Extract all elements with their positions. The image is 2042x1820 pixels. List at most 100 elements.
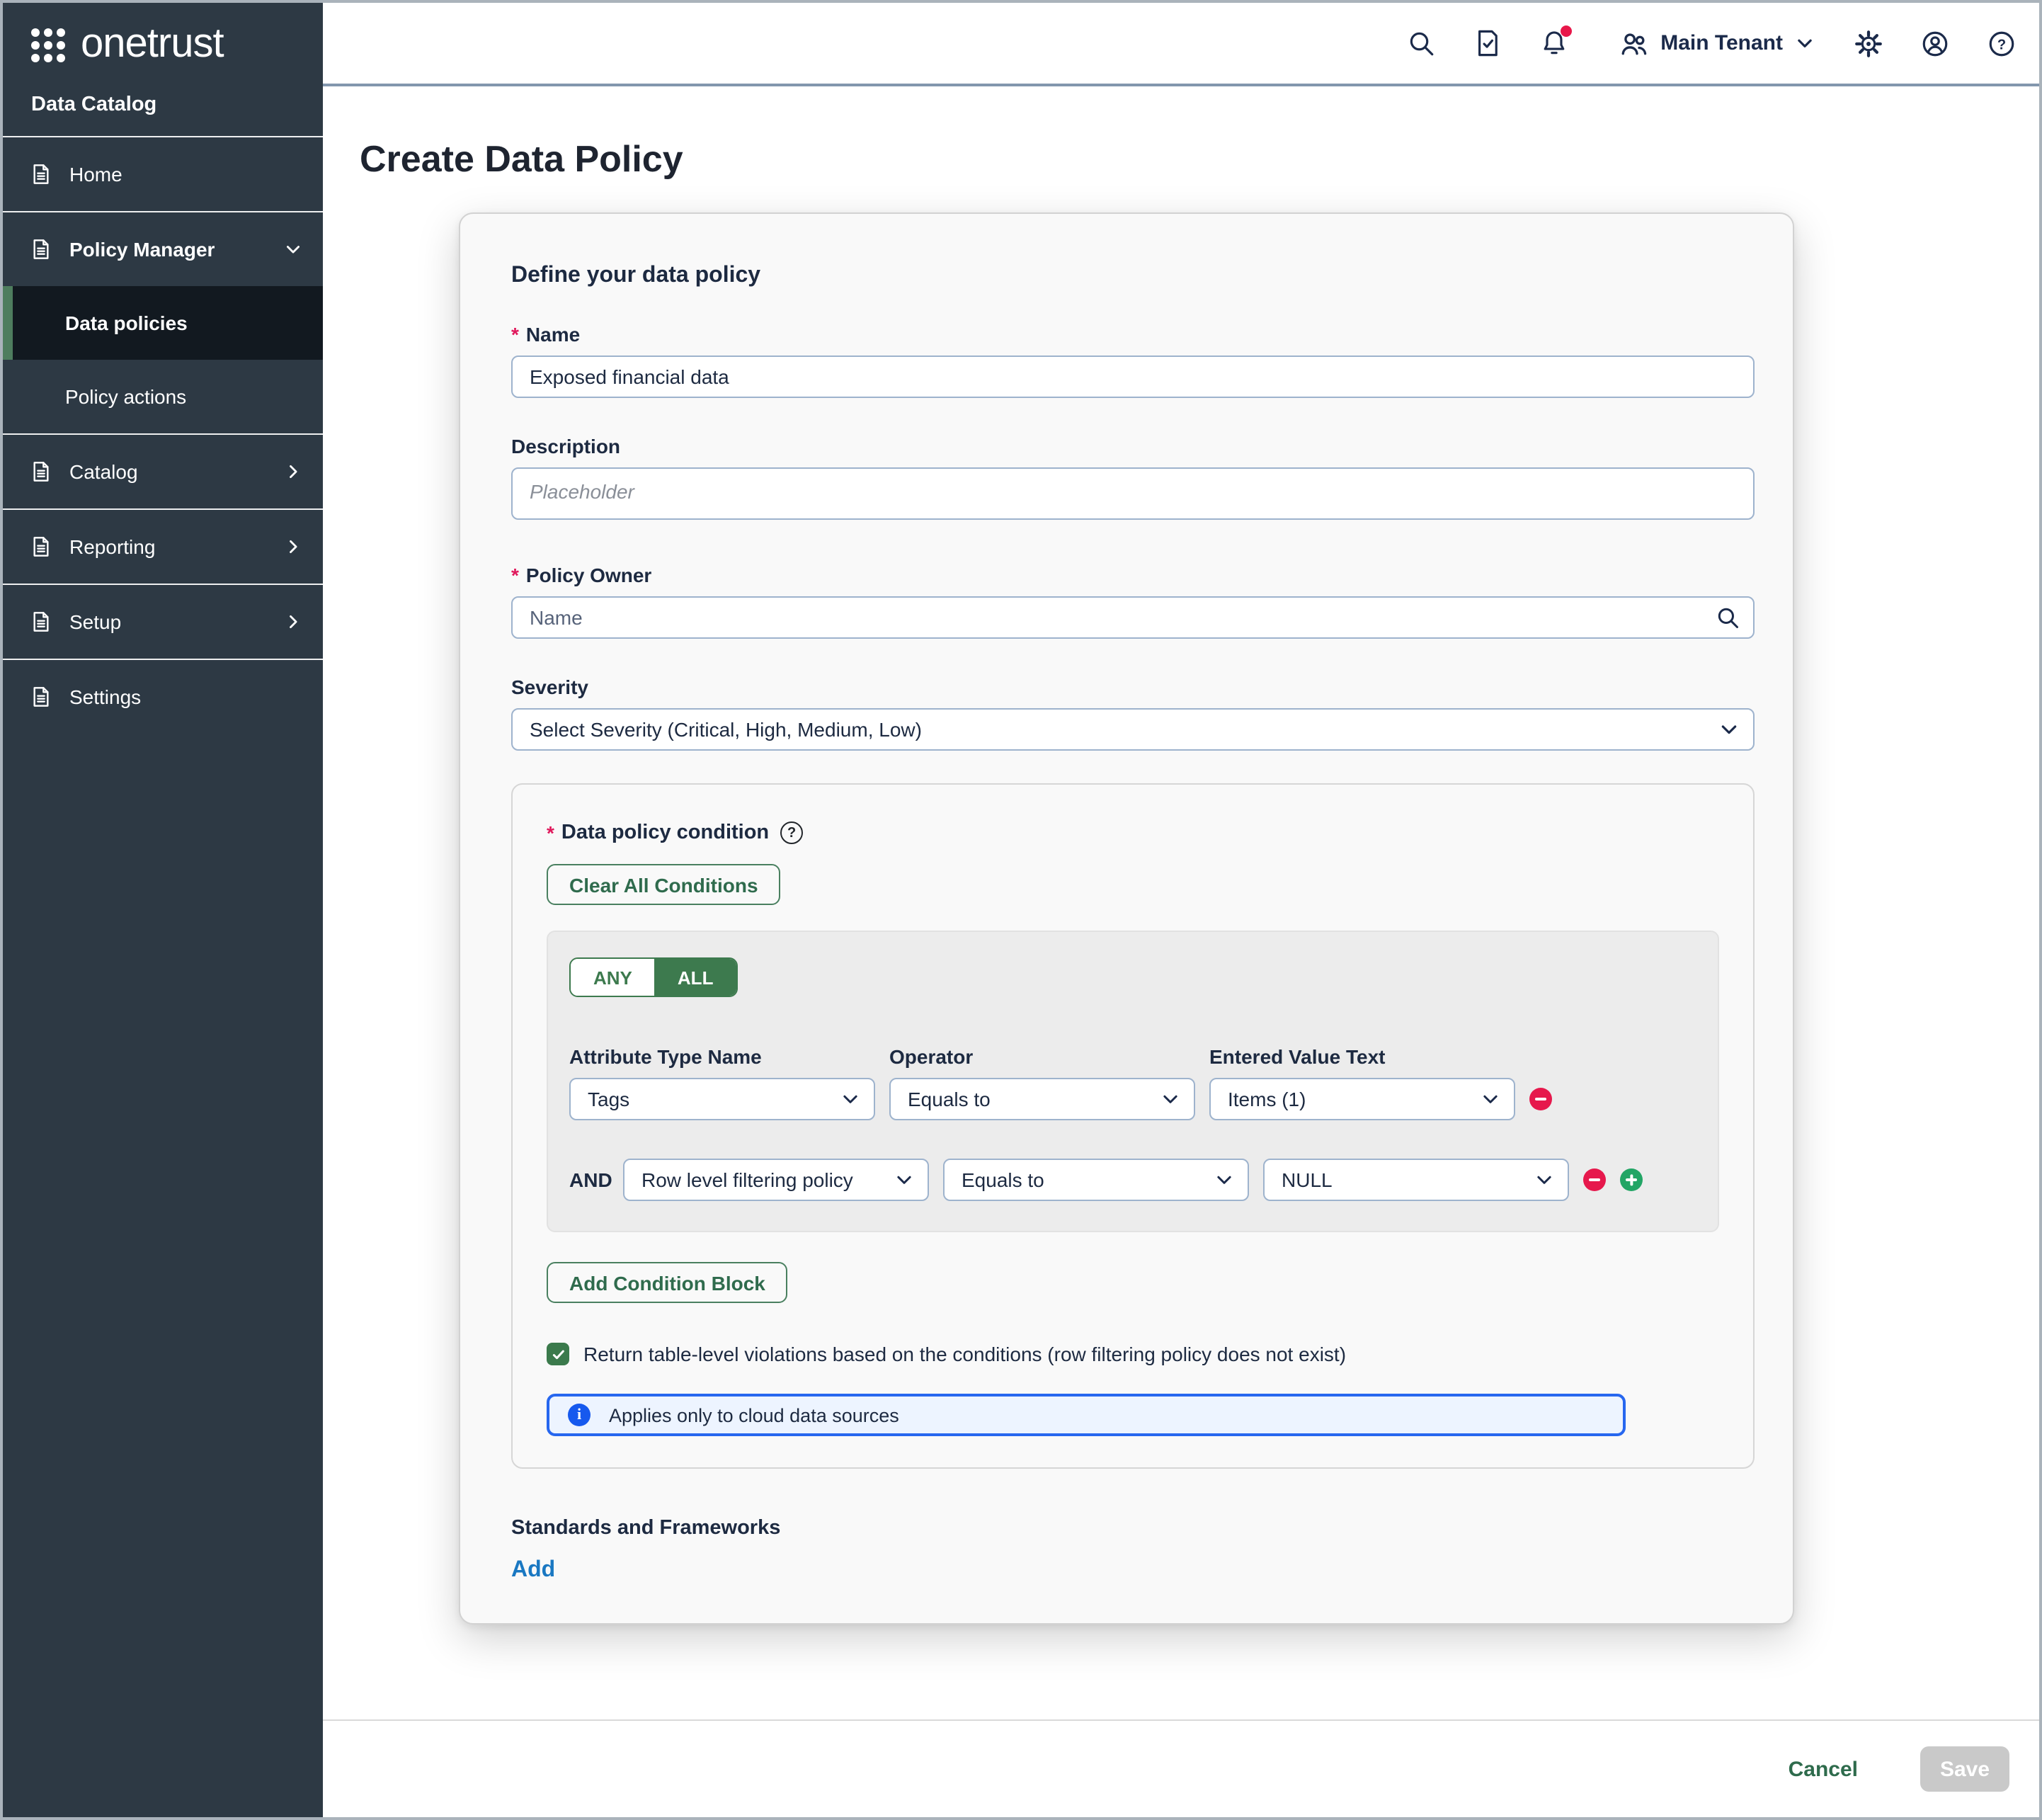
checkbox-checked-icon[interactable] [547,1343,569,1365]
condition-label-text: Data policy condition [561,821,769,844]
page-content: Create Data Policy Define your data poli… [323,86,2039,1719]
chevron-down-icon [840,1088,861,1110]
chevron-down-icon [1718,718,1740,741]
toggle-any[interactable]: ANY [571,959,655,996]
chevron-down-icon [1214,1169,1235,1190]
search-icon[interactable] [1405,28,1435,58]
severity-select[interactable]: Select Severity (Critical, High, Medium,… [511,708,1755,751]
users-icon [1618,28,1649,59]
sidebar-item-home[interactable]: Home [3,137,323,211]
document-icon [30,163,52,186]
attribute-value: Tags [588,1088,629,1110]
column-attribute-type-name: Attribute Type Name [569,1045,875,1068]
chevron-right-icon [283,462,303,482]
document-icon [30,535,52,558]
page-title: Create Data Policy [360,137,2039,181]
info-banner-text: Applies only to cloud data sources [609,1404,899,1426]
sidebar-nav: Home Policy Manager Data policies Policy… [3,137,323,734]
sidebar-item-label: Catalog [69,460,266,483]
sidebar-item-label: Policy actions [65,385,303,408]
value-select[interactable]: Items (1) [1209,1078,1515,1120]
add-condition-block-button[interactable]: Add Condition Block [547,1262,788,1303]
sidebar-item-data-policies[interactable]: Data policies [3,286,323,360]
condition-group: ANY ALL Attribute Type Name Operator Ent… [547,931,1719,1232]
sidebar-item-reporting[interactable]: Reporting [3,510,323,584]
toggle-all[interactable]: ALL [655,959,736,996]
sidebar-item-label: Settings [69,686,303,708]
standards-section: Standards and Frameworks Add [511,1517,1755,1583]
operator-select[interactable]: Equals to [943,1159,1249,1201]
policy-form-card: Define your data policy * Name Descripti… [459,212,1794,1625]
search-icon[interactable] [1715,605,1740,630]
name-field: * Name [511,323,1755,398]
bell-icon[interactable] [1539,28,1568,58]
topbar: Main Tenant ? [323,3,2039,86]
sidebar-item-label: Setup [69,610,266,633]
document-check-icon[interactable] [1472,28,1502,58]
sidebar-item-catalog[interactable]: Catalog [3,435,323,508]
attribute-select[interactable]: Tags [569,1078,875,1120]
condition-row: AND Row level filtering policy Equals to [569,1159,1696,1201]
remove-condition-icon[interactable] [1583,1168,1606,1191]
remove-condition-icon[interactable] [1529,1088,1552,1110]
operator-select[interactable]: Equals to [889,1078,1195,1120]
chevron-down-icon [283,239,303,259]
standards-add-link[interactable]: Add [511,1558,555,1583]
policy-owner-input-wrap [511,596,1755,639]
policy-owner-label: * Policy Owner [511,564,1755,586]
operator-value: Equals to [962,1168,1044,1191]
policy-owner-input[interactable] [511,596,1755,639]
description-input[interactable] [511,467,1755,520]
required-asterisk: * [511,324,519,344]
condition-section: * Data policy condition ? Clear All Cond… [511,783,1755,1469]
notification-dot [1560,25,1571,37]
conjunction-label: AND [569,1168,609,1191]
document-icon [30,686,52,708]
document-icon [30,460,52,483]
info-icon: i [568,1404,591,1426]
chevron-down-icon [1794,33,1815,54]
description-label: Description [511,435,1755,457]
chevron-down-icon [894,1169,915,1190]
policy-owner-label-text: Policy Owner [526,564,651,586]
gear-icon[interactable] [1854,28,1883,58]
help-icon[interactable]: ? [1987,28,2017,58]
name-label-text: Name [526,323,580,346]
condition-label: * Data policy condition [547,821,769,844]
sidebar-item-label: Data policies [65,312,303,334]
name-input[interactable] [511,356,1755,398]
clear-all-conditions-button[interactable]: Clear All Conditions [547,864,781,905]
value-value: NULL [1282,1168,1333,1191]
description-field: Description [511,435,1755,527]
sidebar-item-label: Policy Manager [69,238,266,261]
onetrust-logo: onetrust [81,24,224,65]
chevron-down-icon [1160,1088,1181,1110]
attribute-select[interactable]: Row level filtering policy [623,1159,929,1201]
condition-row: Tags Equals to [569,1078,1696,1120]
help-icon[interactable]: ? [780,821,803,844]
sidebar-item-setup[interactable]: Setup [3,585,323,659]
policy-owner-field: * Policy Owner [511,564,1755,639]
sidebar-item-policy-manager[interactable]: Policy Manager [3,212,323,286]
sidebar-item-policy-actions[interactable]: Policy actions [3,360,323,433]
account-icon[interactable] [1920,28,1950,58]
sidebar-item-settings[interactable]: Settings [3,660,323,734]
sidebar-item-label: Home [69,163,303,186]
cancel-button[interactable]: Cancel [1780,1756,1866,1782]
severity-label: Severity [511,676,1755,698]
column-entered-value-text: Entered Value Text [1209,1045,1515,1068]
logo-row: onetrust [3,3,323,79]
condition-label-row: * Data policy condition ? [547,821,1719,844]
chevron-down-icon [1480,1088,1501,1110]
save-button[interactable]: Save [1920,1746,2009,1792]
condition-column-headers: Attribute Type Name Operator Entered Val… [569,1045,1696,1068]
checkbox-label: Return table-level violations based on t… [583,1343,1346,1365]
operator-value: Equals to [908,1088,991,1110]
tenant-selector[interactable]: Main Tenant [1618,28,1815,59]
required-asterisk: * [547,823,554,843]
add-condition-icon[interactable] [1620,1168,1643,1191]
value-select[interactable]: NULL [1263,1159,1569,1201]
chevron-right-icon [283,537,303,557]
table-level-violations-checkbox-row[interactable]: Return table-level violations based on t… [547,1343,1719,1365]
app-switcher-icon[interactable] [31,28,65,62]
